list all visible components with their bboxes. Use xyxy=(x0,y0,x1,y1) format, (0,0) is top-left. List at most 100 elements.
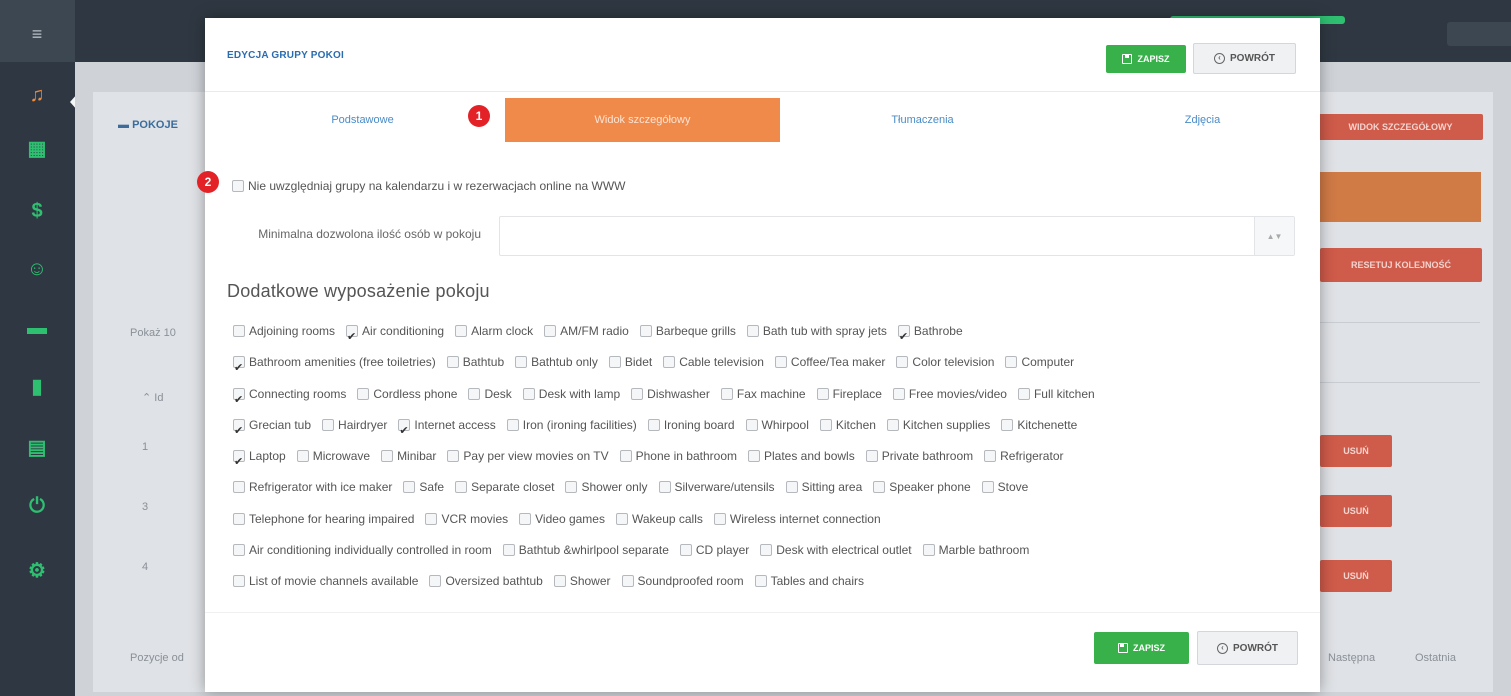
amenity-checkbox[interactable] xyxy=(760,544,773,557)
amenity-option[interactable]: Phone in bathroom xyxy=(619,441,737,472)
amenity-checkbox[interactable] xyxy=(233,575,245,588)
amenity-checkbox[interactable] xyxy=(381,450,394,463)
amenity-checkbox[interactable] xyxy=(865,450,878,463)
amenity-option[interactable]: Video games xyxy=(519,504,605,535)
amenity-checkbox-checked[interactable] xyxy=(233,416,245,447)
min-persons-input[interactable]: ▲▼ xyxy=(499,216,1295,256)
amenity-option[interactable]: Telephone for hearing impaired xyxy=(233,504,414,535)
amenity-checkbox[interactable] xyxy=(515,356,528,369)
amenity-option[interactable]: Computer xyxy=(1005,347,1074,378)
amenity-option[interactable]: Wakeup calls xyxy=(615,504,703,535)
amenity-option[interactable]: Connecting rooms xyxy=(233,379,346,416)
amenity-option[interactable]: Separate closet xyxy=(455,472,554,503)
amenity-option[interactable]: Shower xyxy=(553,566,611,597)
background-delete-button-1[interactable]: USUŃ xyxy=(1320,435,1392,467)
amenity-option[interactable]: Marble bathroom xyxy=(922,535,1029,566)
back-button-bottom[interactable]: ‹ POWRÓT xyxy=(1197,631,1298,665)
amenity-option[interactable]: Kitchen supplies xyxy=(886,410,990,441)
tab-basic[interactable]: Podstawowe xyxy=(225,98,500,142)
bar-chart-icon[interactable]: ▮ xyxy=(22,371,52,401)
amenity-option[interactable]: Plates and bowls xyxy=(748,441,855,472)
amenity-option[interactable]: Minibar xyxy=(381,441,436,472)
pagination-next[interactable]: Następna xyxy=(1328,652,1375,664)
amenity-checkbox[interactable] xyxy=(621,575,634,588)
amenity-checkbox[interactable] xyxy=(785,481,798,494)
amenity-option[interactable]: Ironing board xyxy=(647,410,735,441)
amenity-checkbox[interactable] xyxy=(658,481,671,494)
amenity-checkbox-checked[interactable] xyxy=(233,447,245,478)
amenity-option[interactable]: Barbeque grills xyxy=(639,316,736,347)
amenity-checkbox[interactable] xyxy=(553,575,566,588)
amenity-option[interactable]: Cable television xyxy=(663,347,764,378)
amenity-checkbox-checked[interactable] xyxy=(233,385,245,416)
amenity-checkbox[interactable] xyxy=(816,387,829,400)
amenity-checkbox[interactable] xyxy=(981,481,994,494)
amenity-checkbox[interactable] xyxy=(608,356,621,369)
amenity-option[interactable]: Hairdryer xyxy=(322,410,387,441)
amenity-checkbox[interactable] xyxy=(403,481,416,494)
amenity-checkbox[interactable] xyxy=(565,481,578,494)
amenity-option[interactable]: Microwave xyxy=(296,441,370,472)
background-delete-button-3[interactable]: USUŃ xyxy=(1320,560,1392,592)
amenity-option[interactable]: Sitting area xyxy=(785,472,862,503)
amenity-option[interactable]: Wireless internet connection xyxy=(713,504,881,535)
amenity-option[interactable]: Internet access xyxy=(398,410,496,447)
amenity-option[interactable]: Kitchenette xyxy=(1001,410,1077,441)
background-detail-view-button[interactable]: WIDOK SZCZEGÓŁOWY xyxy=(1318,114,1483,140)
amenity-option[interactable]: List of movie channels available xyxy=(233,566,418,597)
spinner-arrows-icon[interactable]: ▲▼ xyxy=(1254,217,1294,255)
amenity-checkbox-checked[interactable] xyxy=(346,322,359,353)
dollar-icon[interactable]: $ xyxy=(22,196,52,226)
amenity-option[interactable]: CD player xyxy=(679,535,749,566)
save-button-top[interactable]: ZAPISZ xyxy=(1106,45,1186,73)
amenity-checkbox[interactable] xyxy=(447,450,460,463)
amenity-checkbox[interactable] xyxy=(819,418,832,431)
amenity-option[interactable]: Silverware/utensils xyxy=(658,472,775,503)
amenity-checkbox[interactable] xyxy=(1017,387,1030,400)
tab-photos[interactable]: Zdjęcia xyxy=(1065,98,1340,142)
bell-icon[interactable]: ♫ xyxy=(22,80,52,110)
amenity-option[interactable]: Cordless phone xyxy=(357,379,457,410)
amenity-option[interactable]: Air conditioning xyxy=(346,316,444,353)
amenity-checkbox[interactable] xyxy=(455,325,468,337)
amenity-option[interactable]: Color television xyxy=(896,347,994,378)
bed-icon[interactable]: ▬ xyxy=(22,313,52,343)
amenity-checkbox[interactable] xyxy=(233,481,245,494)
amenity-checkbox[interactable] xyxy=(746,325,759,337)
amenity-option[interactable]: Iron (ironing facilities) xyxy=(506,410,637,441)
amenity-option[interactable]: AM/FM radio xyxy=(544,316,629,347)
amenity-checkbox[interactable] xyxy=(754,575,767,588)
amenity-checkbox[interactable] xyxy=(713,512,726,525)
amenity-checkbox-checked[interactable] xyxy=(897,322,910,353)
save-button-bottom[interactable]: ZAPISZ xyxy=(1094,632,1189,664)
amenity-checkbox[interactable] xyxy=(233,544,245,557)
amenity-checkbox[interactable] xyxy=(322,418,335,431)
amenity-option[interactable]: Refrigerator xyxy=(984,441,1063,472)
amenity-option[interactable]: Desk with lamp xyxy=(522,379,620,410)
amenity-option[interactable]: Dishwasher xyxy=(631,379,710,410)
amenity-option[interactable]: Bathrobe xyxy=(897,316,963,353)
amenity-checkbox[interactable] xyxy=(544,325,557,337)
amenity-checkbox[interactable] xyxy=(896,356,909,369)
amenity-option[interactable]: Fax machine xyxy=(720,379,806,410)
amenity-checkbox[interactable] xyxy=(1001,418,1014,431)
amenity-option[interactable]: Oversized bathtub xyxy=(429,566,543,597)
users-icon[interactable]: ☺ xyxy=(22,254,52,284)
background-delete-button-2[interactable]: USUŃ xyxy=(1320,495,1392,527)
amenity-option[interactable]: Adjoining rooms xyxy=(233,316,335,347)
amenity-checkbox[interactable] xyxy=(296,450,309,463)
amenity-option[interactable]: Coffee/Tea maker xyxy=(774,347,885,378)
amenity-option[interactable]: Bidet xyxy=(608,347,652,378)
power-icon[interactable]: ⏻ xyxy=(22,491,52,521)
exclude-group-row[interactable]: Nie uwzględniaj grupy na kalendarzu i w … xyxy=(232,179,626,193)
amenity-option[interactable]: Free movies/video xyxy=(892,379,1007,410)
amenity-checkbox[interactable] xyxy=(745,418,758,431)
back-button-top[interactable]: ‹ POWRÓT xyxy=(1193,43,1296,74)
amenity-checkbox[interactable] xyxy=(233,325,245,337)
amenity-checkbox[interactable] xyxy=(615,512,628,525)
tab-detail-view[interactable]: Widok szczegółowy xyxy=(505,98,780,142)
amenity-option[interactable]: Speaker phone xyxy=(873,472,971,503)
amenity-checkbox[interactable] xyxy=(679,544,692,557)
amenity-option[interactable]: Private bathroom xyxy=(865,441,973,472)
amenity-option[interactable]: Bath tub with spray jets xyxy=(746,316,887,347)
